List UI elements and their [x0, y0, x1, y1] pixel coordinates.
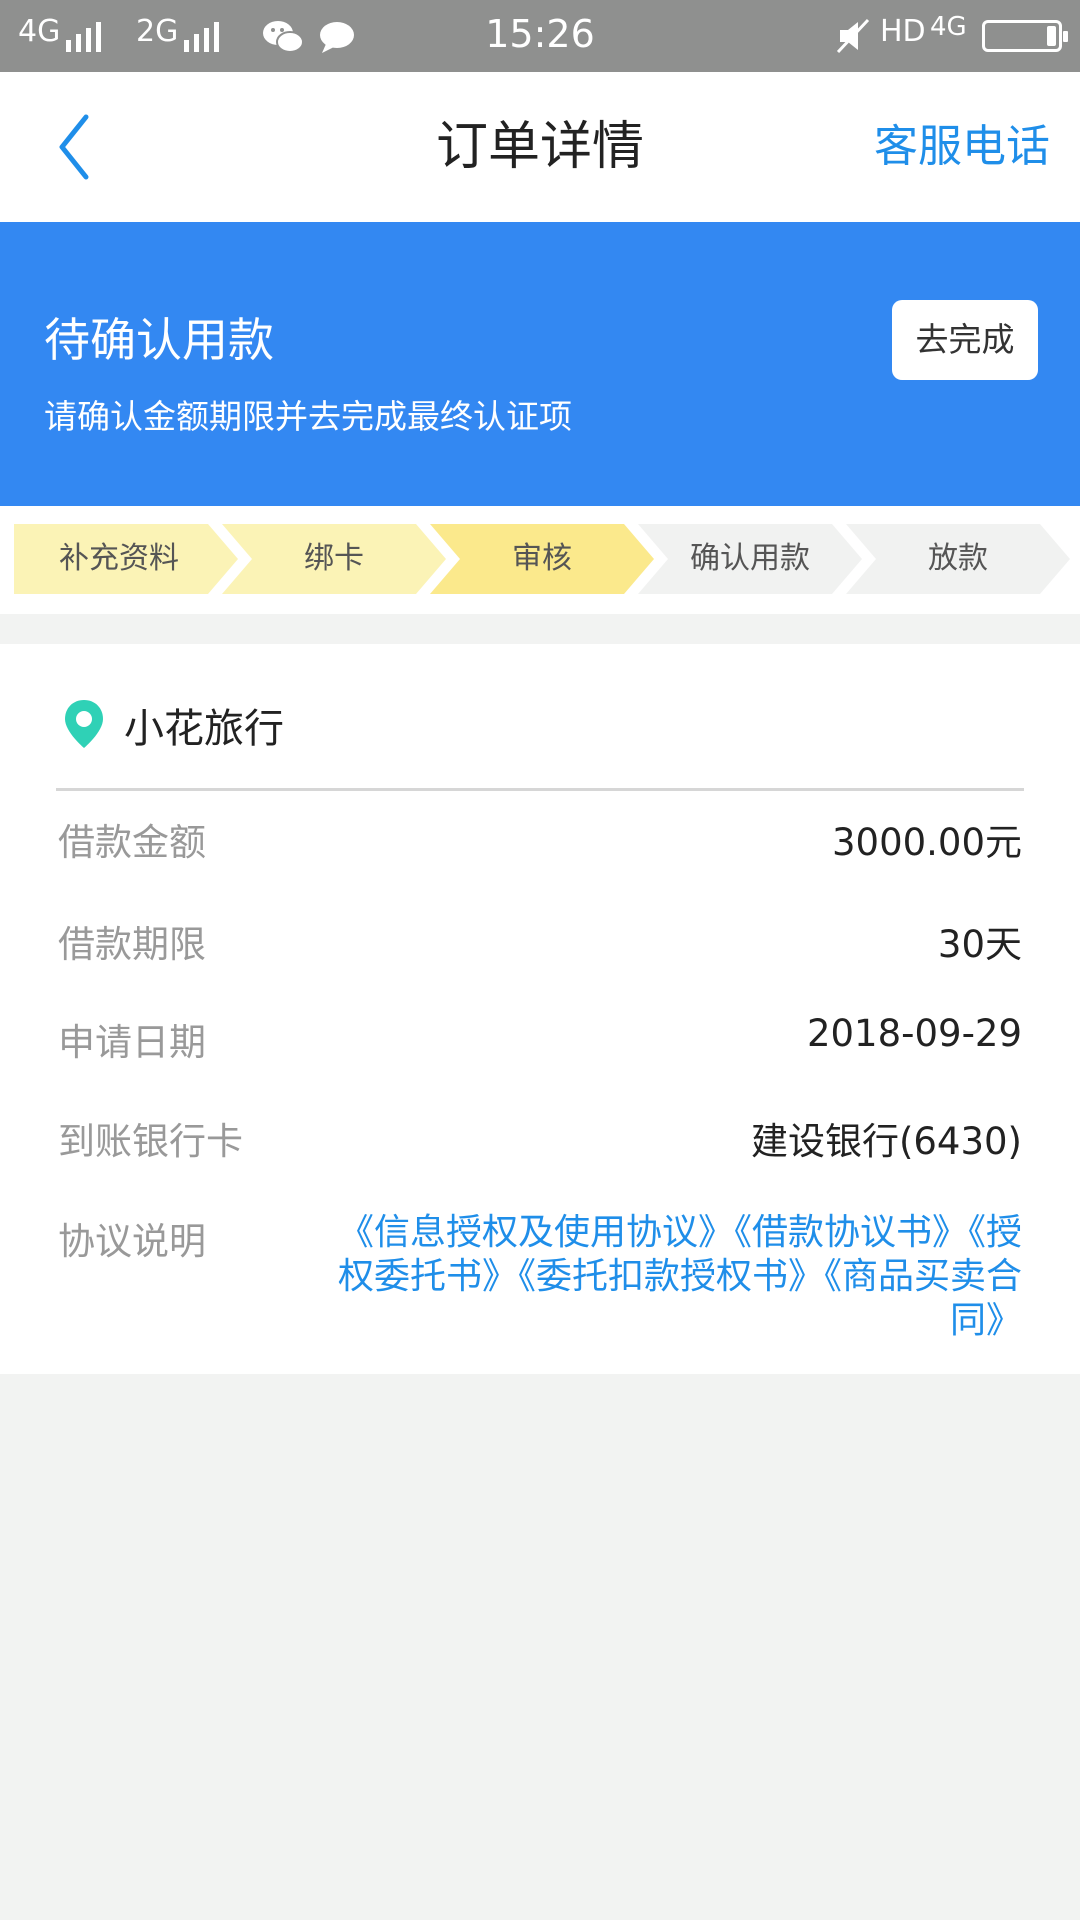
section-gap [0, 614, 1080, 644]
status-bar: 4G 2G 15:26 HD 4G [0, 0, 1080, 72]
divider [56, 788, 1024, 791]
agreement-link-sales-contract[interactable]: 《商品买卖合同》 [824, 1256, 1022, 1341]
apply-date-value: 2018-09-29 [806, 1012, 1022, 1055]
agreement-link-loan-agreement[interactable]: 《借款协议书》 [734, 1212, 968, 1253]
loan-term-value: 30天 [937, 923, 1022, 966]
step-label: 放款 [928, 541, 988, 576]
customer-service-phone-link[interactable]: 客服电话 [874, 72, 1050, 222]
step-label: 确认用款 [690, 541, 810, 576]
status-subtitle: 请确认金额期限并去完成最终认证项 [44, 397, 572, 436]
status-title: 待确认用款 [44, 313, 274, 367]
agreement-link-debit-authorization[interactable]: 《委托扣款授权书》 [518, 1256, 824, 1297]
battery-icon [982, 20, 1068, 52]
loan-amount-label: 借款金额 [58, 821, 206, 864]
agreement-label: 协议说明 [58, 1220, 206, 1263]
order-detail-card: 小花旅行 借款金额 3000.00元 借款期限 30天 申请日期 2018-09… [0, 644, 1080, 1374]
top-nav-bar: 订单详情 客服电话 [0, 72, 1080, 222]
hd-indicator: HD [880, 14, 926, 49]
location-pin-icon [65, 700, 103, 748]
status-banner: 待确认用款 请确认金额期限并去完成最终认证项 去完成 [0, 222, 1080, 506]
merchant-name: 小花旅行 [124, 706, 284, 752]
network-type-3: 4G [930, 12, 967, 42]
loan-term-label: 借款期限 [58, 923, 206, 966]
step-label: 补充资料 [59, 541, 179, 576]
loan-amount-value: 3000.00元 [831, 821, 1022, 864]
progress-steps: 补充资料 绑卡 审核 确认用款 放款 [0, 506, 1080, 614]
go-complete-button[interactable]: 去完成 [892, 300, 1038, 380]
agreement-links: 《信息授权及使用协议》《借款协议书》《授权委托书》《委托扣款授权书》《商品买卖合… [322, 1211, 1022, 1343]
step-label: 审核 [512, 541, 572, 576]
agreement-link-info-authorization[interactable]: 《信息授权及使用协议》 [338, 1212, 734, 1253]
apply-date-label: 申请日期 [58, 1021, 206, 1064]
mute-icon [836, 18, 870, 54]
bank-card-label: 到账银行卡 [58, 1120, 243, 1163]
bank-card-value: 建设银行(6430) [750, 1120, 1022, 1163]
step-label: 绑卡 [304, 541, 364, 576]
